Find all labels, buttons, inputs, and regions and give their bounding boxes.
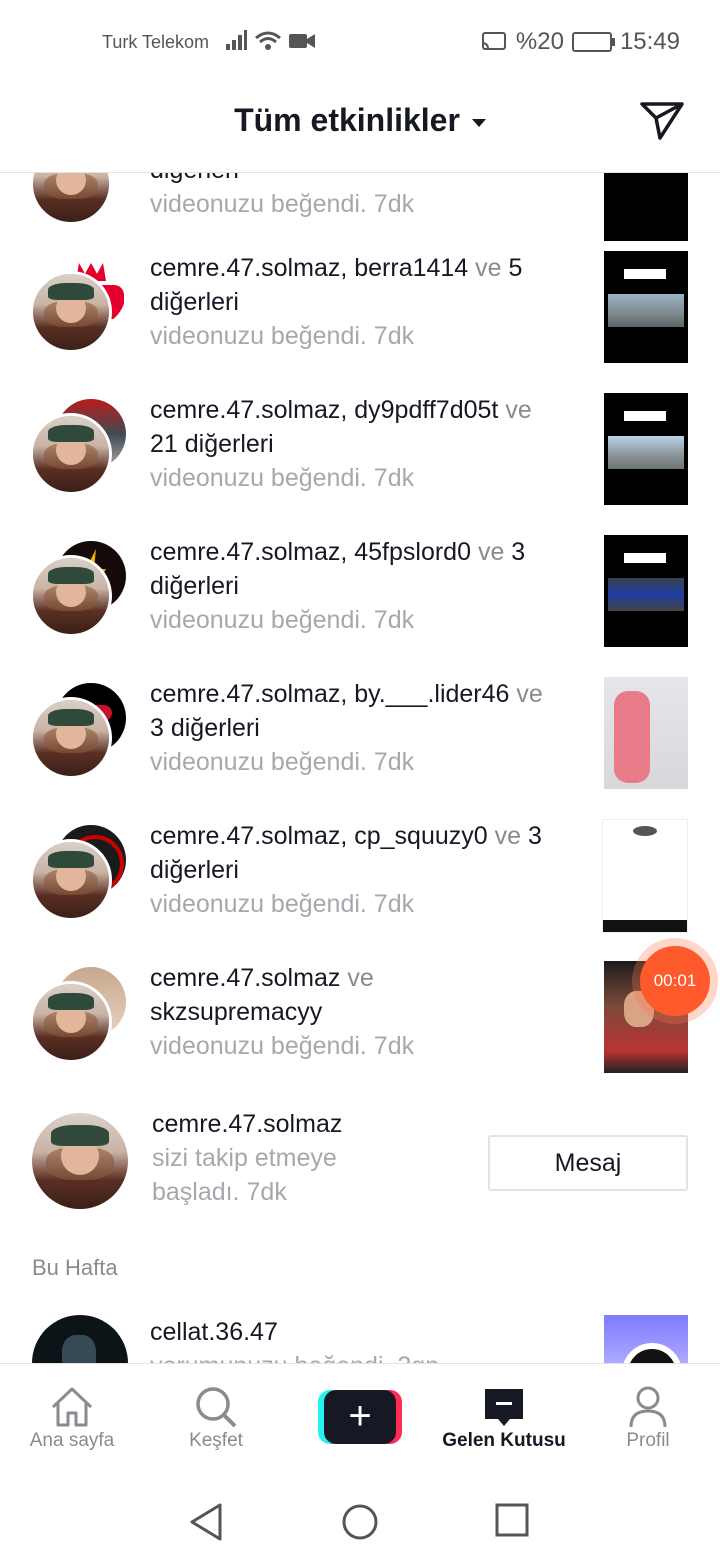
video-thumbnail[interactable] [604,677,688,789]
page-title: Tüm etkinlikler [234,102,460,138]
item-users[interactable]: cemre.47.solmaz, berra1414 [150,254,468,282]
avatar[interactable] [32,1113,128,1209]
clock: 15:49 [619,28,680,55]
list-item-follow[interactable]: cemre.47.solmaz sizi takip etmeye başlad… [0,1110,720,1223]
create-video-button[interactable]: + [318,1390,402,1444]
battery-percent: %20 [515,28,564,55]
avatar [30,173,112,225]
list-item[interactable]: cellat.36.47 yorumunuzu beğendi. 2gn [0,1315,720,1363]
battery-icon [571,32,615,52]
item-subtitle: videonuzu beğendi. 7dk [150,190,415,218]
tab-discover[interactable]: Keşfet [144,1384,288,1452]
tab-label: Gelen Kutusu [442,1430,566,1451]
avatar[interactable] [32,1315,128,1363]
item-users[interactable]: cemre.47.solmaz, dy9pdff7d05t [150,396,498,424]
video-thumbnail[interactable] [604,1315,688,1363]
avatar [30,981,112,1063]
item-users[interactable]: cemre.47.solmaz [150,964,340,992]
home-button-icon[interactable] [341,1503,379,1541]
message-button[interactable]: Mesaj [488,1135,688,1191]
avatar [30,697,112,779]
section-header: Bu Hafta [32,1255,118,1280]
video-thumbnail[interactable] [604,251,688,363]
list-item[interactable]: cemre.47.solmaz, by.___.lider46 ve 3 diğ… [0,677,720,819]
status-icons [224,30,316,52]
camera-icon [289,34,315,48]
item-users[interactable]: cemre.47.solmaz, cp_squuzy0 [150,822,488,850]
list-item[interactable]: cemre.47.solmaz, 45fpslord0 ve 3 diğerle… [0,535,720,677]
list-item[interactable]: cemre.47.solmaz ve skzsupremacyy videonu… [0,961,720,1103]
avatar [30,271,112,353]
recents-icon[interactable] [495,1503,531,1539]
video-thumbnail[interactable] [604,173,688,241]
list-item[interactable]: cemre.47.solmaz, berra1414 ve 5 diğerler… [0,251,720,393]
item-subtitle: videonuzu beğendi. 7dk [150,606,415,634]
tab-label: Keşfet [189,1430,243,1451]
chevron-down-icon [471,118,486,127]
activity-list[interactable]: diğerleri videonuzu beğendi. 7dk cemre.4… [0,173,720,1363]
tab-label: Profil [626,1430,670,1451]
carrier-label: Turk Telekom [102,32,210,52]
status-bar: Turk Telekom %20 15:49 [0,0,720,84]
video-thumbnail[interactable] [604,393,688,505]
item-users[interactable]: cemre.47.solmaz, 45fpslord0 [150,538,471,566]
wifi-icon [255,31,281,50]
bottom-tab-bar: Ana sayfa Keşfet + Gelen Kutusu Profil [0,1363,720,1464]
item-subtitle: videonuzu beğendi. 7dk [150,748,415,776]
activity-filter-dropdown[interactable]: Tüm etkinlikler [0,102,720,139]
profile-icon [629,1386,667,1428]
tab-profile[interactable]: Profil [576,1384,720,1452]
item-users[interactable]: cemre.47.solmaz, by.___.lider46 [150,680,509,708]
video-thumbnail[interactable] [604,535,688,647]
system-navigation-bar [0,1463,720,1560]
video-thumbnail[interactable] [602,819,688,933]
plus-icon: + [324,1390,396,1444]
direct-message-icon[interactable] [638,98,686,147]
item-subtitle: videonuzu beğendi. 7dk [150,890,415,918]
search-icon [196,1387,237,1428]
inbox-icon [485,1389,523,1426]
back-icon[interactable] [188,1503,224,1541]
avatar [30,839,112,921]
activity-header: Tüm etkinlikler [0,84,720,173]
avatar [30,555,112,637]
home-icon [51,1387,93,1427]
item-subtitle: yorumunuzu beğendi. 2gn [150,1349,580,1363]
item-subtitle: videonuzu beğendi. 7dk [150,464,415,492]
list-item[interactable]: cemre.47.solmaz, dy9pdff7d05t ve 21 diğe… [0,393,720,535]
signal-icon [226,30,247,50]
item-subtitle: videonuzu beğendi. 7dk [150,1032,415,1060]
item-users: diğerleri [150,173,239,184]
list-item[interactable]: cemre.47.solmaz, cp_squuzy0 ve 3 diğerle… [0,819,720,961]
tab-label: Ana sayfa [29,1430,115,1451]
item-users[interactable]: cellat.36.47 [150,1315,580,1349]
item-subtitle: videonuzu beğendi. 7dk [150,322,415,350]
avatar [30,413,112,495]
screen-recording-badge[interactable]: 00:01 [640,946,710,1016]
tab-inbox[interactable]: Gelen Kutusu [432,1384,576,1452]
tab-home[interactable]: Ana sayfa [0,1384,144,1452]
cast-icon [481,32,506,50]
